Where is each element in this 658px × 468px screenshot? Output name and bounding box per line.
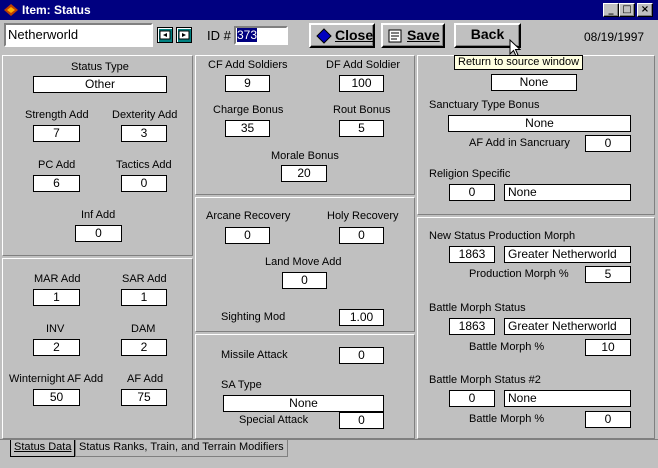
land-move-add-label: Land Move Add [265, 256, 342, 268]
cf-add-soldiers-label: CF Add Soldiers [208, 59, 288, 71]
pc-add-label: PC Add [38, 159, 76, 171]
status-strip [0, 457, 658, 468]
df-add-soldier-field[interactable]: 100 [339, 75, 384, 92]
title-bar: Item: Status _ □ × [0, 0, 658, 20]
morale-bonus-field[interactable]: 20 [281, 165, 327, 182]
tab-status-ranks[interactable]: Status Ranks, Train, and Terrain Modifie… [75, 440, 288, 457]
land-move-add-field[interactable]: 0 [282, 272, 327, 289]
id-label: ID # [207, 28, 231, 43]
missile-attack-label: Missile Attack [221, 349, 288, 361]
id-value: 373 [237, 28, 258, 42]
new-status-production-morph-label: New Status Production Morph [429, 230, 576, 242]
status-type-field[interactable]: Other [33, 76, 167, 93]
winternight-af-add-label: Winternight AF Add [9, 373, 104, 385]
battle-morph-status-2-id-field[interactable]: 0 [449, 390, 495, 407]
cf-add-soldiers-field[interactable]: 9 [225, 75, 270, 92]
dexterity-add-label: Dexterity Add [112, 109, 178, 121]
sighting-mod-label: Sighting Mod [221, 311, 286, 323]
sar-add-field[interactable]: 1 [121, 289, 167, 306]
inv-field[interactable]: 2 [33, 339, 80, 356]
maximize-button[interactable]: □ [619, 3, 635, 17]
holy-recovery-field[interactable]: 0 [339, 227, 384, 244]
arcane-recovery-field[interactable]: 0 [225, 227, 270, 244]
battle-morph-2-pct-label: Battle Morph % [469, 413, 545, 425]
minimize-button[interactable]: _ [603, 3, 619, 17]
dexterity-add-field[interactable]: 3 [121, 125, 167, 142]
rout-bonus-field[interactable]: 5 [339, 120, 384, 137]
dam-label: DAM [131, 323, 156, 335]
prev-icon [159, 30, 171, 40]
back-tooltip: Return to source window [454, 55, 584, 70]
inf-add-label: Inf Add [81, 209, 116, 221]
new-status-production-morph-name-field[interactable]: Greater Netherworld [504, 246, 631, 263]
tab-status-data[interactable]: Status Data [10, 440, 76, 457]
sa-type-label: SA Type [221, 379, 262, 391]
af-add-in-sanctuary-field[interactable]: 0 [585, 135, 631, 152]
special-attack-label: Special Attack [239, 414, 309, 426]
af-add-field[interactable]: 75 [121, 389, 167, 406]
battle-morph-status-2-label: Battle Morph Status #2 [429, 374, 541, 386]
inv-label: INV [46, 323, 65, 335]
mar-add-field[interactable]: 1 [33, 289, 80, 306]
special-attack-field[interactable]: 0 [339, 412, 384, 429]
holy-recovery-label: Holy Recovery [327, 210, 399, 222]
battle-morph-status-name-field[interactable]: Greater Netherworld [504, 318, 631, 335]
date-text: 08/19/1997 [584, 30, 645, 44]
prev-record-button[interactable] [157, 27, 173, 43]
save-label: Save [407, 27, 440, 43]
tab-status-ranks-label: Status Ranks, Train, and Terrain Modifie… [79, 441, 284, 453]
battle-morph-2-pct-field[interactable]: 0 [585, 411, 631, 428]
status-type-label: Status Type [71, 61, 129, 73]
back-label: Back [470, 26, 505, 42]
close-window-button[interactable]: × [637, 3, 653, 17]
battle-morph-status-id-field[interactable]: 1863 [449, 318, 495, 335]
missile-attack-field[interactable]: 0 [339, 347, 384, 364]
next-icon [178, 30, 190, 40]
strength-add-label: Strength Add [25, 109, 89, 121]
sighting-mod-field[interactable]: 1.00 [339, 309, 384, 326]
winternight-af-add-field[interactable]: 50 [33, 389, 80, 406]
sar-add-label: SAR Add [122, 273, 167, 285]
battle-morph-status-2-name-field[interactable]: None [504, 390, 631, 407]
pc-add-field[interactable]: 6 [33, 175, 80, 192]
religion-id-field[interactable]: 0 [449, 184, 495, 201]
save-icon [388, 29, 402, 43]
charge-bonus-label: Charge Bonus [213, 104, 284, 116]
app-icon [4, 4, 18, 16]
dam-field[interactable]: 2 [121, 339, 167, 356]
production-morph-pct-label: Production Morph % [469, 268, 569, 280]
rout-bonus-label: Rout Bonus [333, 104, 391, 116]
af-add-label: AF Add [127, 373, 164, 385]
next-record-button[interactable] [176, 27, 192, 43]
religion-specific-label: Religion Specific [429, 168, 511, 180]
top-morph-field[interactable]: None [491, 74, 577, 91]
close-label: Close [335, 27, 374, 43]
charge-bonus-field[interactable]: 35 [225, 120, 270, 137]
tactics-add-label: Tactics Add [116, 159, 172, 171]
id-input[interactable]: 373 [234, 26, 288, 45]
battle-morph-status-label: Battle Morph Status [429, 302, 526, 314]
sanctuary-type-bonus-field[interactable]: None [448, 115, 631, 132]
sanctuary-type-bonus-label: Sanctuary Type Bonus [429, 99, 540, 111]
battle-morph-pct-field[interactable]: 10 [585, 339, 631, 356]
religion-name-field[interactable]: None [504, 184, 631, 201]
inf-add-field[interactable]: 0 [75, 225, 122, 242]
df-add-soldier-label: DF Add Soldier [326, 59, 400, 71]
close-icon [316, 28, 332, 44]
production-morph-pct-field[interactable]: 5 [585, 266, 631, 283]
save-button[interactable]: Save [381, 23, 445, 48]
strength-add-field[interactable]: 7 [33, 125, 80, 142]
name-input[interactable]: Netherworld [4, 23, 153, 47]
tactics-add-field[interactable]: 0 [121, 175, 167, 192]
new-status-production-morph-id-field[interactable]: 1863 [449, 246, 495, 263]
close-button[interactable]: Close [309, 23, 375, 48]
battle-morph-pct-label: Battle Morph % [469, 341, 545, 353]
morale-bonus-label: Morale Bonus [271, 150, 339, 162]
tab-status-data-label: Status Data [14, 441, 72, 453]
window-title: Item: Status [22, 3, 91, 17]
mar-add-label: MAR Add [34, 273, 81, 285]
af-add-in-sanctuary-label: AF Add in Sancruary [469, 137, 570, 149]
sa-type-field[interactable]: None [223, 395, 384, 412]
arcane-recovery-label: Arcane Recovery [206, 210, 291, 222]
